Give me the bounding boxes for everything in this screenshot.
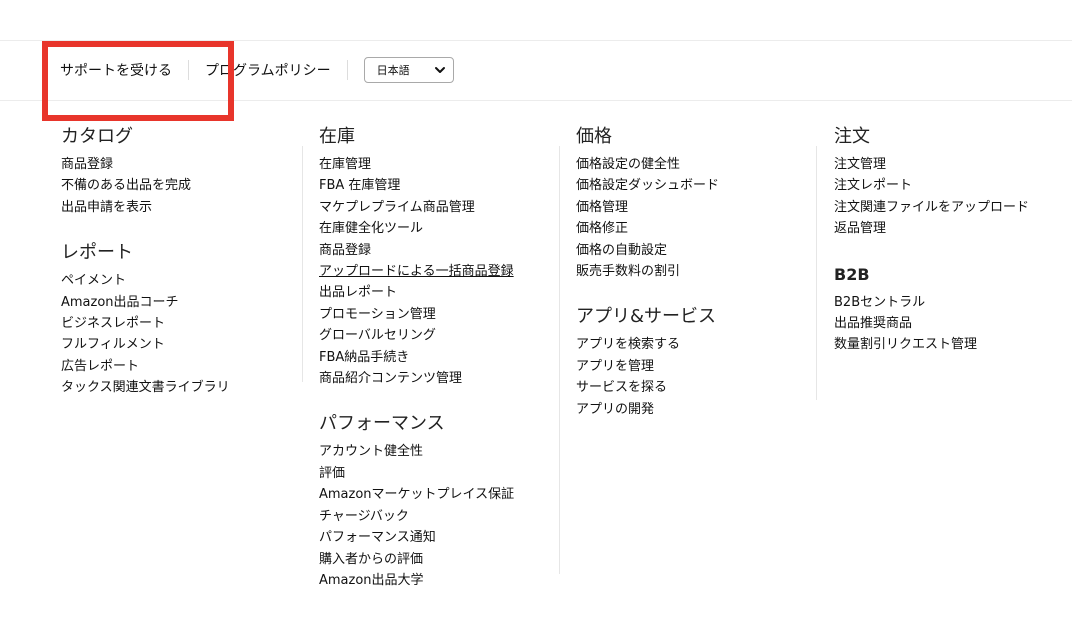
help-bar: サポートを受ける プログラムポリシー 日本語 [60, 57, 454, 83]
section-heading: 価格 [576, 126, 612, 147]
support-link[interactable]: サポートを受ける [60, 60, 172, 80]
top-divider [0, 40, 1072, 41]
menu-link[interactable]: アプリを検索する [576, 334, 821, 355]
menu-link[interactable]: 広告レポート [61, 356, 306, 377]
menu-link[interactable]: 在庫健全化ツール [319, 218, 564, 239]
menu-link[interactable]: グローバルセリング [319, 325, 564, 346]
section-performance: パフォーマンス アカウント健全性 評価 Amazonマーケットプレイス保証 チャ… [319, 413, 564, 591]
menu-link[interactable]: FBA 在庫管理 [319, 175, 564, 196]
language-select[interactable]: 日本語 [363, 57, 454, 83]
section-heading: B2B [834, 264, 870, 284]
section-heading: 注文 [834, 126, 870, 147]
menu-link[interactable]: 評価 [319, 463, 564, 484]
section-heading: アプリ&サービス [576, 306, 717, 328]
help-bar-separator [188, 60, 189, 80]
menu-link[interactable]: FBA納品手続き [319, 347, 564, 368]
section-heading: レポート [61, 242, 133, 264]
menu-link[interactable]: ビジネスレポート [61, 313, 306, 334]
menu-link[interactable]: Amazonマーケットプレイス保証 [319, 484, 564, 505]
menu-link[interactable]: B2Bセントラル [834, 292, 1072, 313]
menu-link[interactable]: 注文レポート [834, 175, 1072, 196]
menu-link[interactable]: チャージバック [319, 506, 564, 527]
menu-link[interactable]: 不備のある出品を完成 [61, 175, 306, 196]
program-policy-link[interactable]: プログラムポリシー [205, 60, 331, 80]
section-heading: 在庫 [319, 126, 355, 147]
menu-link[interactable]: マケプレプライム商品管理 [319, 197, 564, 218]
menu-link[interactable]: 商品登録 [61, 154, 306, 175]
section-catalog: カタログ 商品登録 不備のある出品を完成 出品申請を表示 [61, 126, 306, 218]
menu-link[interactable]: 数量割引リクエスト管理 [834, 334, 1072, 355]
menu-link[interactable]: 価格の自動設定 [576, 240, 821, 261]
section-inventory: 在庫 在庫管理 FBA 在庫管理 マケプレプライム商品管理 在庫健全化ツール 商… [319, 126, 564, 389]
section-b2b: B2B B2Bセントラル 出品推奨商品 数量割引リクエスト管理 [834, 264, 1072, 356]
menu-column-2: 在庫 在庫管理 FBA 在庫管理 マケプレプライム商品管理 在庫健全化ツール 商… [319, 126, 564, 591]
menu-link[interactable]: 価格管理 [576, 197, 821, 218]
section-heading: カタログ [61, 126, 133, 147]
menu-column-1: カタログ 商品登録 不備のある出品を完成 出品申請を表示 レポート ペイメント … [61, 126, 306, 399]
menu-link[interactable]: 出品申請を表示 [61, 197, 306, 218]
menu-column-3: 価格 価格設定の健全性 価格設定ダッシュボード 価格管理 価格修正 価格の自動設… [576, 126, 821, 420]
menu-link-hovered[interactable]: アップロードによる一括商品登録 [319, 261, 564, 282]
menu-link[interactable]: ペイメント [61, 270, 306, 291]
menu-link[interactable]: フルフィルメント [61, 334, 306, 355]
section-pricing: 価格 価格設定の健全性 価格設定ダッシュボード 価格管理 価格修正 価格の自動設… [576, 126, 821, 282]
menu-link[interactable]: 在庫管理 [319, 154, 564, 175]
section-reports: レポート ペイメント Amazon出品コーチ ビジネスレポート フルフィルメント… [61, 242, 306, 398]
menu-link[interactable]: 価格修正 [576, 218, 821, 239]
menu-link[interactable]: 商品紹介コンテンツ管理 [319, 368, 564, 389]
menu-link[interactable]: 価格設定ダッシュボード [576, 175, 821, 196]
menu-link[interactable]: パフォーマンス通知 [319, 527, 564, 548]
menu-link[interactable]: 注文関連ファイルをアップロード [834, 197, 1072, 218]
chevron-down-icon [434, 67, 445, 73]
language-select-value: 日本語 [376, 64, 410, 77]
menu-link[interactable]: 販売手数料の割引 [576, 261, 821, 282]
help-bar-separator [346, 60, 348, 80]
section-apps-services: アプリ&サービス アプリを検索する アプリを管理 サービスを探る アプリの開発 [576, 306, 821, 420]
menu-link[interactable]: 返品管理 [834, 218, 1072, 239]
section-heading: パフォーマンス [319, 413, 445, 435]
menu-column-4: 注文 注文管理 注文レポート 注文関連ファイルをアップロード 返品管理 B2B … [834, 126, 1072, 356]
menu-link[interactable]: プロモーション管理 [319, 304, 564, 325]
menu-link[interactable]: 価格設定の健全性 [576, 154, 821, 175]
menu-link[interactable]: アカウント健全性 [319, 441, 564, 462]
section-orders: 注文 注文管理 注文レポート 注文関連ファイルをアップロード 返品管理 [834, 126, 1072, 240]
menu-link[interactable]: アプリの開発 [576, 399, 821, 420]
menu-link[interactable]: 出品推奨商品 [834, 313, 1072, 334]
menu-link[interactable]: サービスを探る [576, 377, 821, 398]
menu-link[interactable]: 出品レポート [319, 282, 564, 303]
menu-link[interactable]: 注文管理 [834, 154, 1072, 175]
menu-link[interactable]: アプリを管理 [576, 356, 821, 377]
menu-link[interactable]: 商品登録 [319, 240, 564, 261]
menu-link[interactable]: Amazon出品コーチ [61, 292, 306, 313]
menu-link[interactable]: タックス関連文書ライブラリ [61, 377, 306, 398]
menu-link[interactable]: 購入者からの評価 [319, 549, 564, 570]
menu-link[interactable]: Amazon出品大学 [319, 570, 564, 591]
help-bar-bottom-divider [0, 100, 1072, 101]
